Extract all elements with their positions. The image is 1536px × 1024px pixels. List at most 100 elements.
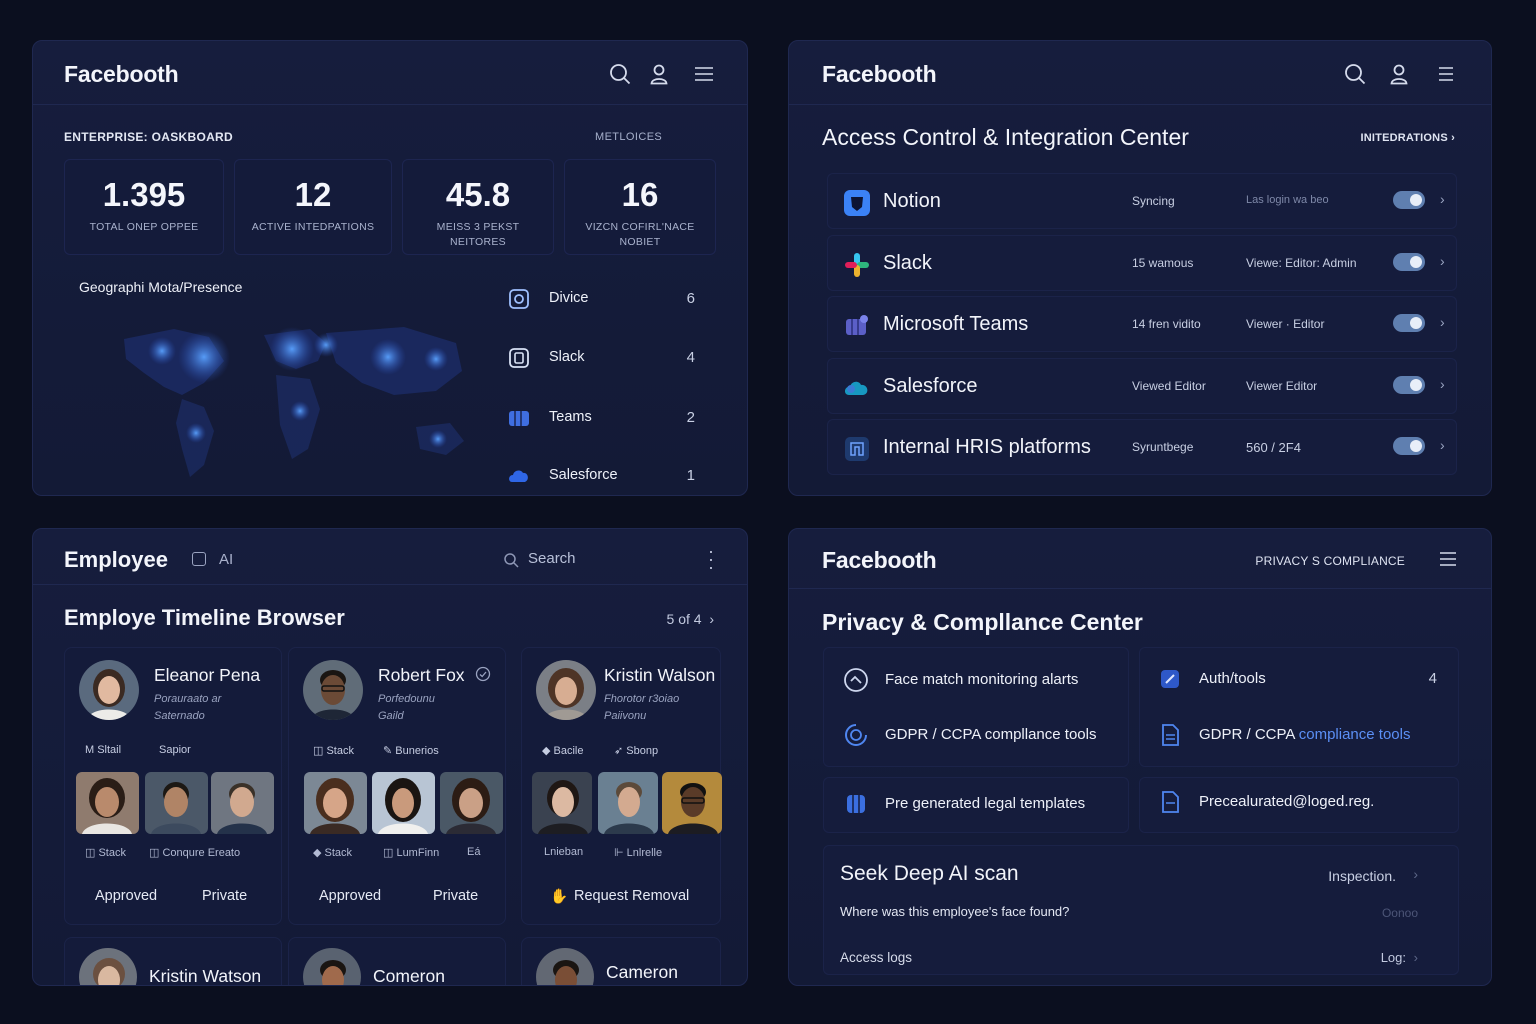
menu-icon[interactable]	[1435, 63, 1457, 85]
more-options-icon[interactable]: · · ·	[704, 542, 718, 576]
face-thumbnail[interactable]	[304, 772, 367, 834]
user-icon[interactable]	[648, 63, 670, 85]
source-item-teams[interactable]: Teams 2	[491, 398, 719, 438]
private-button[interactable]: Private	[433, 888, 478, 904]
brand-logo[interactable]: Facebooth	[822, 547, 937, 574]
tag[interactable]: ➶ Sbonp	[614, 744, 658, 757]
employee-card[interactable]: Kristin Walson Fhorotor r3oiao Paiivonu ◆…	[521, 647, 722, 925]
source-count: 2	[686, 409, 695, 426]
auth-tools-item[interactable]: Auth/tools 4	[1157, 664, 1437, 696]
item-label-highlight[interactable]: compliance tools	[1299, 726, 1411, 743]
integrations-link[interactable]: INITEDRATIONS ›	[1361, 132, 1455, 144]
metrics-link[interactable]: METLOICES	[595, 131, 662, 143]
source-tag[interactable]: Eá	[467, 846, 480, 858]
registry-item[interactable]: Precealurated@loged.reg.	[1157, 787, 1447, 819]
tag[interactable]: M Sltail	[85, 744, 121, 756]
tag[interactable]: Sapior	[159, 744, 191, 756]
avatar[interactable]	[536, 948, 594, 985]
user-icon[interactable]	[1388, 63, 1410, 85]
employee-panel: Employee AI Search · · · Employe Timeline …	[32, 528, 748, 986]
integration-row-hris[interactable]: Internal HRIS platforms Syruntbege 560 /…	[827, 419, 1457, 475]
employee-card[interactable]: Cameron Will..	[521, 937, 721, 985]
presence-map[interactable]: Geographi Mota/Presence	[64, 265, 488, 495]
stat-label: MEISS 3 PEKST NEITORES	[436, 221, 520, 248]
integration-toggle[interactable]	[1393, 437, 1425, 455]
source-item-slack[interactable]: Slack 4	[491, 338, 719, 378]
tag[interactable]: ✎ Bunerios	[383, 744, 439, 757]
face-match-alerts-item[interactable]: Face match monitoring alarts	[843, 665, 1123, 697]
integration-status: Viewed Editor	[1132, 379, 1206, 393]
search-field[interactable]: Search	[503, 549, 703, 573]
logs-link[interactable]: Log:	[1381, 950, 1406, 965]
pagination-count[interactable]: 5 of 4 ›	[667, 611, 714, 627]
chevron-right-icon[interactable]: ›	[1414, 950, 1418, 965]
tag[interactable]: ◫ Stack	[313, 744, 354, 757]
chevron-right-icon[interactable]: ›	[1440, 437, 1445, 453]
employee-name: Eleanor Pena	[154, 665, 261, 685]
brand-logo[interactable]: Facebooth	[64, 61, 179, 88]
legal-templates-item[interactable]: Pre generated legal templates	[843, 789, 1123, 821]
device-icon	[507, 287, 531, 311]
employee-card[interactable]: Robert Fox Porfedounu Gaild ◫ Stack ✎ Bun…	[288, 647, 506, 925]
integration-row-notion[interactable]: Notion Syncing Las login wa beo ›	[827, 173, 1457, 229]
avatar[interactable]	[79, 948, 137, 985]
integration-toggle[interactable]	[1393, 314, 1425, 332]
menu-icon[interactable]	[1437, 548, 1459, 570]
source-tag[interactable]: Lnieban	[544, 846, 583, 858]
request-removal-button[interactable]: Request Removal	[574, 888, 689, 904]
gdpr-compliance-tools-link[interactable]: GDPR / CCPA compliance tools	[1157, 720, 1447, 752]
ai-label[interactable]: AI	[219, 551, 233, 568]
avatar[interactable]	[303, 948, 361, 985]
source-item-salesforce[interactable]: Salesforce 1	[491, 456, 719, 495]
dashboard-header: Facebooth	[33, 41, 747, 105]
menu-icon[interactable]	[693, 63, 715, 85]
integration-row-teams[interactable]: Microsoft Teams 14 fren vidito Viewer · …	[827, 296, 1457, 352]
employee-card[interactable]: Comeron Willian.	[288, 937, 506, 986]
source-tag[interactable]: ⊩ Lnlrelle	[614, 846, 662, 859]
chevron-right-icon[interactable]: ›	[1440, 191, 1445, 207]
face-thumbnail[interactable]	[662, 772, 722, 834]
integration-toggle[interactable]	[1393, 191, 1425, 209]
chevron-right-icon[interactable]: ›	[1413, 866, 1418, 882]
avatar[interactable]	[79, 660, 139, 720]
integration-row-salesforce[interactable]: Salesforce Viewed Editor Viewer Editor ›	[827, 358, 1457, 414]
search-icon[interactable]	[1344, 63, 1366, 85]
face-thumbnail[interactable]	[598, 772, 658, 834]
source-tag[interactable]: ◫ Conqure Ereato	[149, 846, 240, 859]
approved-button[interactable]: Approved	[319, 888, 381, 904]
face-thumbnail[interactable]	[76, 772, 139, 834]
employee-card[interactable]: Kristin Watson	[64, 937, 282, 986]
user-remove-icon: ✋	[550, 889, 569, 905]
private-button[interactable]: Private	[202, 888, 247, 904]
face-thumbnail[interactable]	[440, 772, 503, 834]
avatar[interactable]	[303, 660, 363, 720]
face-thumbnail[interactable]	[145, 772, 208, 834]
face-thumbnail[interactable]	[372, 772, 435, 834]
employee-name: Comeron Willian.	[373, 966, 445, 986]
integration-toggle[interactable]	[1393, 253, 1425, 271]
integration-row-slack[interactable]: Slack 15 wamous Viewe: Editor: Admin ›	[827, 235, 1457, 291]
slack-icon	[842, 250, 872, 280]
tag[interactable]: ◆ Bacile	[542, 744, 583, 757]
integration-detail: Viewer Editor	[1246, 379, 1318, 393]
source-tag[interactable]: ◫ LumFinn	[383, 846, 439, 859]
search-icon[interactable]	[609, 63, 631, 85]
approved-button[interactable]: Approved	[95, 888, 157, 904]
employee-name: Kristin Watson	[149, 966, 262, 986]
chevron-right-icon[interactable]: ›	[1440, 314, 1445, 330]
privacy-compliance-nav[interactable]: PRIVACY S COMPLIANCE	[1255, 554, 1405, 568]
inspection-link[interactable]: Inspection.	[1328, 868, 1396, 884]
source-tag[interactable]: ◆ Stack	[313, 846, 352, 859]
source-tag[interactable]: ◫ Stack	[85, 846, 126, 859]
avatar[interactable]	[536, 660, 596, 720]
chevron-right-icon[interactable]: ›	[1440, 376, 1445, 392]
integration-toggle[interactable]	[1393, 376, 1425, 394]
gdpr-tools-item[interactable]: GDPR / CCPA compllance tools	[843, 720, 1123, 752]
face-thumbnail[interactable]	[211, 772, 274, 834]
face-thumbnail[interactable]	[532, 772, 592, 834]
source-item-device[interactable]: Divice 6	[491, 279, 719, 319]
brand-logo[interactable]: Facebooth	[822, 61, 937, 88]
toggle-knob	[1410, 379, 1422, 391]
employee-card[interactable]: Eleanor Pena Porauraato ar Saternado M Sl…	[64, 647, 282, 925]
chevron-right-icon[interactable]: ›	[1440, 253, 1445, 269]
